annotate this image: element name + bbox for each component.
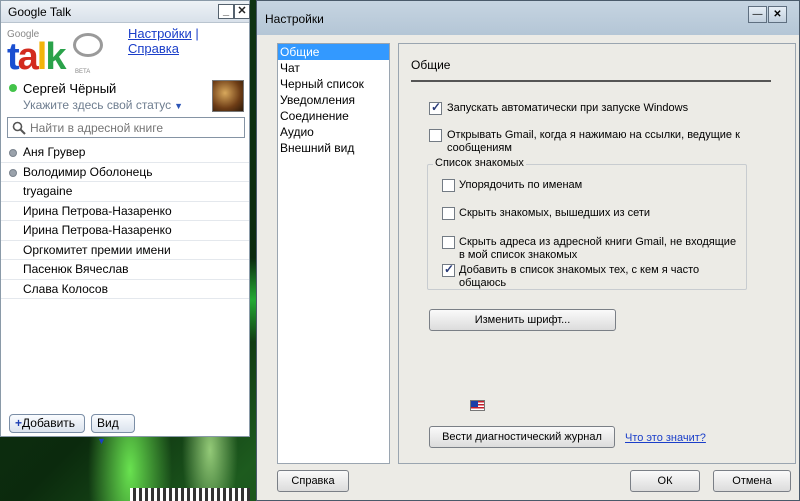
settings-close-button[interactable]: ✕ [768,6,787,23]
gmail-links-label: Открывать Gmail, когда я нажимаю на ссыл… [447,129,740,154]
speech-bubble-icon [73,33,103,57]
status-message[interactable]: Укажите здесь свой статус ▼ [23,98,183,112]
hide-addresses-label: Скрыть адреса из адресной книги Gmail, н… [459,236,737,261]
ok-button[interactable]: ОК [630,470,700,492]
hide-offline-checkbox[interactable] [442,207,455,220]
settings-minimize-button[interactable]: — [748,6,767,23]
add-contact-label: Добавить [22,416,76,430]
contact-list: Аня Грувер Володимир Оболонець tryagaine… [1,143,249,299]
contact-item[interactable]: Пасенюк Вячеслав [1,260,249,280]
change-font-button[interactable]: Изменить шрифт... [429,309,616,331]
logo-beta-text: BETA [75,69,91,75]
contact-item[interactable]: Ирина Петрова-Назаренко [1,202,249,221]
contact-item[interactable]: tryagaine [1,182,249,202]
contact-name: Аня Грувер [23,145,86,159]
hide-addresses-checkbox[interactable] [442,236,455,249]
add-frequent-label: Добавить в список знакомых тех, с кем я … [459,264,700,289]
settings-dialog-title: Настройки [265,12,324,26]
contact-name: tryagaine [23,184,73,198]
contact-name: Володимир Оболонець [23,164,153,179]
cancel-button[interactable]: Отмена [713,470,791,492]
nav-item-chat[interactable]: Чат [278,60,389,76]
settings-category-list: Общие Чат Черный список Уведомления Соед… [277,43,390,464]
gmail-links-checkbox[interactable] [429,129,442,142]
autostart-label: Запускать автоматически при запуске Wind… [447,102,689,114]
friends-list-group: Список знакомых Упорядочить по именам Ск… [427,157,747,290]
diagnostic-log-button[interactable]: Вести диагностический журнал [429,426,615,448]
hide-offline-label: Скрыть знакомых, вышедших из сети [459,207,651,219]
sort-by-name-checkbox[interactable] [442,179,455,192]
google-talk-window: Google Talk _ ✕ Google talk BETA Настрой… [0,0,250,446]
logo-talk-text: talk [7,36,67,78]
plus-icon: + [15,416,23,430]
contact-name: Пасенюк Вячеслав [23,262,129,276]
google-talk-logo: Google talk BETA [7,29,103,79]
nav-item-appearance[interactable]: Внешний вид [278,140,389,156]
chevron-down-icon: ▼ [97,436,106,446]
section-divider [411,80,771,82]
contact-name: Слава Колосов [23,281,108,296]
links-separator: | [195,26,199,41]
gtalk-header-links: Настройки | Справка [128,26,249,56]
settings-content-panel: Общие Запускать автоматически при запуск… [398,43,796,464]
contact-name: Оргкомитет премии имени [23,242,171,257]
status-dropdown-icon[interactable]: ▼ [174,101,183,111]
user-name: Сергей Чёрный [23,81,117,96]
avatar[interactable] [212,80,244,112]
taskbar-strip [130,488,250,501]
gtalk-window-title: Google Talk [8,5,72,19]
gtalk-close-button[interactable]: ✕ [234,4,250,19]
status-placeholder: Укажите здесь свой статус [23,98,172,112]
nav-item-notifications[interactable]: Уведомления [278,92,389,108]
add-contact-button[interactable]: +Добавить [9,414,85,433]
view-menu-button[interactable]: Вид ▼ [91,414,135,446]
add-frequent-checkbox[interactable] [442,262,455,277]
help-link[interactable]: Справка [128,41,179,56]
contact-search-box[interactable] [7,117,245,138]
gtalk-titlebar[interactable]: Google Talk _ ✕ [1,1,250,23]
nav-item-connection[interactable]: Соединение [278,108,389,124]
contact-item[interactable]: Володимир Оболонець [1,163,249,182]
section-title: Общие [411,58,451,72]
what-does-it-mean-link[interactable]: Что это значит? [625,432,706,444]
nav-item-audio[interactable]: Аудио [278,124,389,140]
view-menu-label: Вид [97,416,119,430]
offline-status-icon [9,168,17,177]
help-button[interactable]: Справка [277,470,349,492]
contact-name: Ирина Петрова-Назаренко [23,203,172,218]
contact-item[interactable]: Оргкомитет премии имени [1,241,249,260]
contact-item[interactable]: Слава Колосов [1,280,249,299]
contact-item[interactable]: Аня Грувер [1,143,249,163]
nav-item-general[interactable]: Общие [278,44,389,60]
settings-titlebar[interactable]: Настройки — ✕ [257,1,799,35]
search-icon [12,121,26,135]
search-input[interactable] [28,119,240,136]
settings-dialog: Настройки — ✕ Общие Чат Черный список Ув… [256,0,800,501]
autostart-checkbox[interactable] [429,100,442,115]
nav-item-blocked[interactable]: Черный список [278,76,389,92]
settings-link[interactable]: Настройки [128,26,192,41]
us-flag-icon [470,400,485,411]
friends-list-group-title: Список знакомых [433,157,526,169]
contact-item[interactable]: Ирина Петрова-Назаренко [1,221,249,241]
sort-by-name-label: Упорядочить по именам [459,179,583,191]
online-status-icon [9,84,17,92]
gtalk-minimize-button[interactable]: _ [218,4,234,19]
offline-status-icon [9,149,17,157]
contact-name: Ирина Петрова-Назаренко [23,223,172,237]
